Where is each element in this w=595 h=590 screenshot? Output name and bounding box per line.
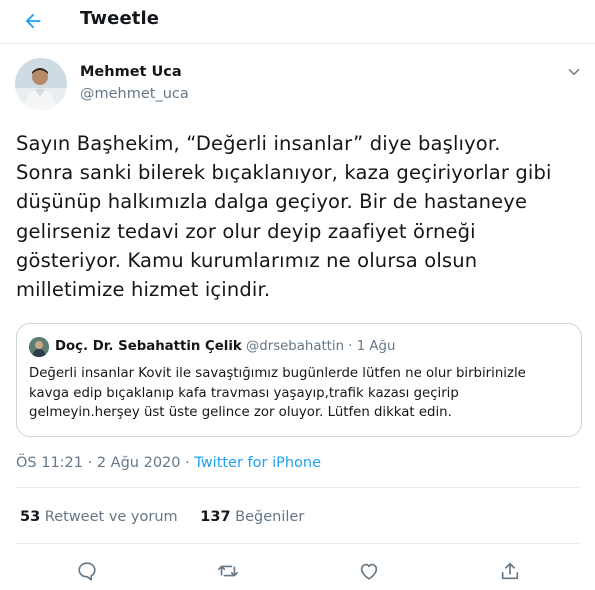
tweet-line: milletimize hizmet içindir.: [16, 278, 271, 302]
reply-icon: [78, 562, 96, 581]
like-button[interactable]: [352, 555, 386, 587]
tweet-stats: 53 Retweet ve yorum 137 Beğeniler: [20, 509, 304, 525]
likes-label: Beğeniler: [235, 509, 305, 525]
top-bar: Tweetle: [0, 0, 595, 44]
share-icon: [501, 562, 519, 580]
tweet-line: Sonra sanki bilerek bıçaklanıyor, kaza g…: [16, 161, 552, 185]
tweet-source-link[interactable]: Twitter for iPhone: [194, 455, 321, 471]
quoted-tweet-header: Doç. Dr. Sebahattin Çelik @drsebahattin …: [55, 339, 395, 354]
retweets-count: 53: [20, 509, 41, 525]
tweet-time[interactable]: ÖS 11:21: [16, 455, 83, 471]
share-button[interactable]: [493, 555, 527, 587]
separator-dot: ·: [185, 455, 190, 471]
page-title: Tweetle: [80, 8, 160, 29]
likes-count: 137: [200, 509, 231, 525]
quoted-tweet-line: kavga edip bıçaklanıp kafa travması yaşa…: [29, 385, 459, 401]
quoted-tweet-line: Değerli insanlar Kovit ile savaştığımız …: [29, 366, 526, 381]
tweet-meta: ÖS 11:21 · 2 Ağu 2020 · Twitter for iPho…: [16, 455, 321, 471]
chevron-down-icon: [568, 69, 580, 75]
tweet-line: Sayın Başhekim, “Değerli insanlar” diye …: [16, 132, 501, 155]
quoted-author-avatar: [29, 337, 49, 357]
retweets-stat[interactable]: 53 Retweet ve yorum: [20, 509, 178, 525]
quoted-author-name: Doç. Dr. Sebahattin Çelik: [55, 339, 242, 354]
reply-button[interactable]: [70, 555, 104, 587]
separator-dot: ·: [87, 455, 93, 471]
quoted-tweet-card[interactable]: Doç. Dr. Sebahattin Çelik @drsebahattin …: [16, 323, 582, 437]
likes-stat[interactable]: 137 Beğeniler: [200, 509, 304, 525]
retweet-icon: [218, 565, 238, 577]
quoted-tweet-date: 1 Ağu: [356, 339, 396, 354]
author-avatar[interactable]: [15, 58, 67, 110]
retweets-label: Retweet ve yorum: [44, 509, 178, 525]
quoted-tweet-text: Değerli insanlar Kovit ile savaştığımız …: [29, 364, 574, 423]
separator-dot: ·: [348, 339, 353, 354]
back-button[interactable]: [18, 6, 48, 36]
divider: [16, 543, 579, 544]
quoted-author-handle: @drsebahattin: [245, 339, 345, 354]
like-icon: [360, 563, 378, 580]
more-options-button[interactable]: [562, 60, 586, 84]
tweet-line: gösteriyor. Kamu kurumlarımız ne olursa …: [16, 248, 478, 272]
divider: [16, 487, 579, 488]
tweet-line: düşünüp halkımızla dalga geçiyor. Bir de…: [16, 190, 528, 214]
author-name[interactable]: Mehmet Uca: [80, 64, 182, 80]
retweet-button[interactable]: [211, 555, 245, 587]
tweet-actions-bar: [0, 555, 595, 587]
tweet-line: gelirseniz tedavi zor olur deyip zaafiye…: [16, 219, 476, 243]
tweet-text: Sayın Başhekim, “Değerli insanlar” diye …: [16, 129, 581, 304]
author-handle[interactable]: @mehmet_uca: [80, 86, 189, 102]
quoted-tweet-line: gelmeyin.herşey üst üste gelince zor olu…: [29, 405, 452, 420]
tweet-date[interactable]: 2 Ağu 2020: [97, 455, 181, 471]
back-arrow-icon: [25, 13, 41, 29]
